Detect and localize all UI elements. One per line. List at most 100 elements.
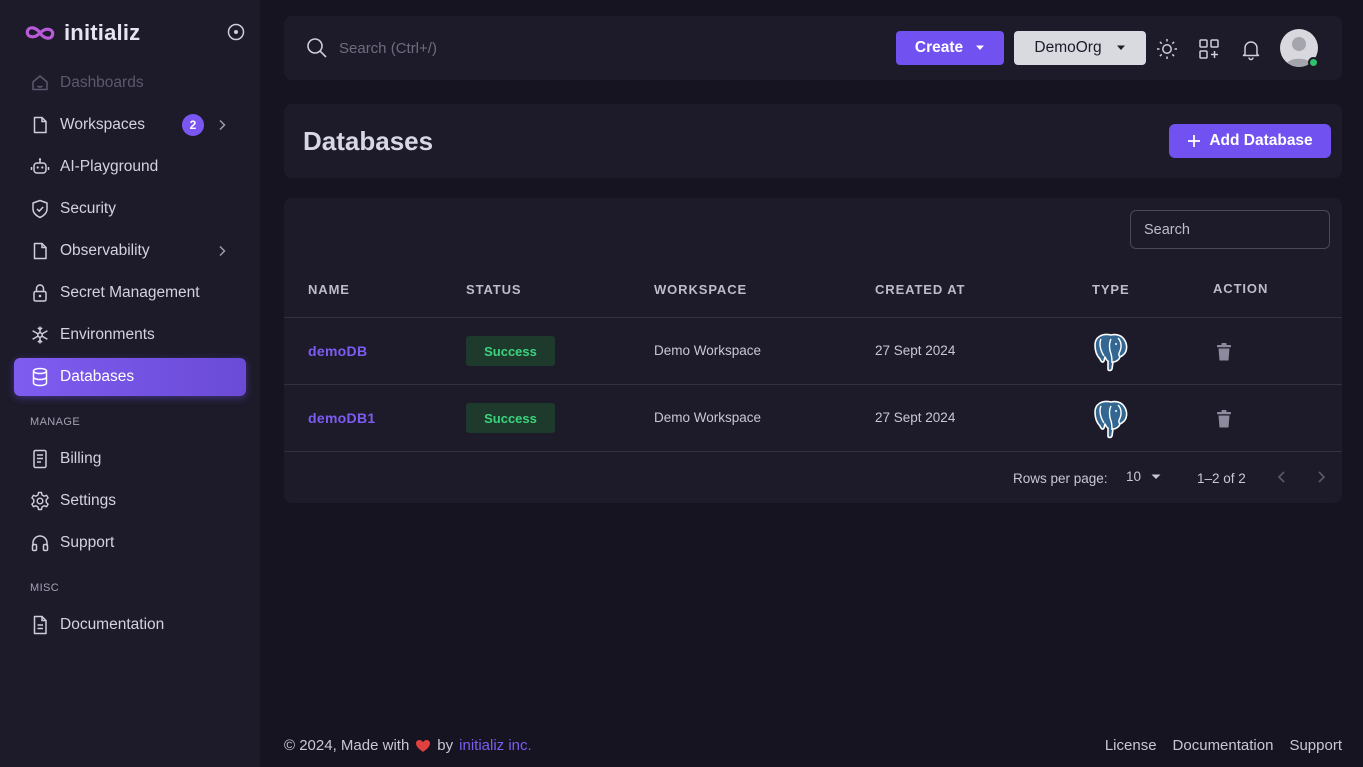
column-header-action: ACTION <box>1213 281 1269 296</box>
org-selector[interactable]: DemoOrg <box>1014 31 1146 65</box>
create-button-label: Create <box>914 39 964 56</box>
column-header-status[interactable]: STATUS <box>466 282 521 297</box>
footer-link-documentation[interactable]: Documentation <box>1173 737 1274 754</box>
sun-icon[interactable] <box>1155 37 1179 61</box>
search-icon[interactable] <box>306 37 328 59</box>
robot-icon <box>30 157 50 177</box>
sidebar-item-workspaces[interactable]: Workspaces 2 <box>14 106 246 144</box>
sidebar-item-documentation[interactable]: Documentation <box>14 606 246 644</box>
rows-per-page-value: 10 <box>1126 469 1142 484</box>
topbar: Search (Ctrl+/) Create DemoOrg <box>284 16 1342 80</box>
sidebar-item-label: Databases <box>60 368 135 385</box>
next-page-icon[interactable] <box>1313 468 1329 486</box>
page-title: Databases <box>303 126 434 156</box>
sidebar-item-environments[interactable]: Environments <box>14 316 246 354</box>
sidebar-item-label: AI-Playground <box>60 158 159 175</box>
delete-trash-icon[interactable] <box>1215 409 1233 429</box>
gear-icon <box>30 491 50 511</box>
file-icon <box>30 115 50 135</box>
sidebar-item-label: Environments <box>60 326 155 343</box>
workspace-cell: Demo Workspace <box>654 410 762 425</box>
sidebar-item-observability[interactable]: Observability <box>14 232 246 270</box>
footer-prefix: © 2024, Made with <box>284 737 410 754</box>
column-header-workspace[interactable]: WORKSPACE <box>654 282 747 297</box>
sidebar-item-secret-management[interactable]: Secret Management <box>14 274 246 312</box>
sidebar-item-security[interactable]: Security <box>14 190 246 228</box>
sidebar-item-label: Support <box>60 534 115 551</box>
lock-icon <box>30 283 50 303</box>
database-name-link[interactable]: demoDB <box>308 343 367 359</box>
sidebar-item-settings[interactable]: Settings <box>14 482 246 520</box>
workspaces-count-badge: 2 <box>182 114 204 136</box>
workspace-cell: Demo Workspace <box>654 343 762 358</box>
sidebar-item-label: Dashboards <box>60 74 144 91</box>
column-header-name[interactable]: NAME <box>308 282 350 297</box>
sidebar-item-label: Security <box>60 200 116 217</box>
apps-grid-icon[interactable] <box>1197 37 1221 61</box>
page-header: Databases Add Database <box>284 104 1342 178</box>
footer-links: License Documentation Support <box>1105 737 1342 754</box>
heart-icon <box>415 739 431 753</box>
chevron-right-icon <box>214 117 230 133</box>
receipt-icon <box>30 449 50 469</box>
sidebar-item-label: Observability <box>60 242 150 259</box>
status-badge: Success <box>466 403 555 433</box>
chevron-right-icon <box>214 243 230 259</box>
brand[interactable]: initializ <box>24 18 140 48</box>
add-database-button[interactable]: Add Database <box>1169 124 1331 158</box>
sidebar-item-label: Workspaces <box>60 116 145 133</box>
document-icon <box>30 615 50 635</box>
created-at-cell: 27 Sept 2024 <box>875 410 956 425</box>
created-at-cell: 27 Sept 2024 <box>875 343 956 358</box>
postgresql-icon <box>1092 399 1130 439</box>
database-name-link[interactable]: demoDB1 <box>308 410 375 426</box>
add-database-label: Add Database <box>1209 132 1313 149</box>
table-row: demoDB Success Demo Workspace 27 Sept 20… <box>284 317 1342 384</box>
company-link[interactable]: initializ inc. <box>459 737 532 754</box>
pagination-range: 1–2 of 2 <box>1197 471 1246 486</box>
previous-page-icon[interactable] <box>1274 468 1290 486</box>
caret-down-icon <box>975 45 985 51</box>
sidebar: initializ Dashboards Workspaces 2 AI-Pla… <box>0 0 260 767</box>
footer-copyright: © 2024, Made with by initializ inc. <box>284 737 532 754</box>
sidebar-item-label: Documentation <box>60 616 165 633</box>
shield-check-icon <box>30 199 50 219</box>
bell-icon[interactable] <box>1239 37 1263 61</box>
home-icon <box>30 73 50 93</box>
sidebar-item-databases[interactable]: Databases <box>14 358 246 396</box>
column-header-created-at[interactable]: CREATED AT <box>875 282 965 297</box>
section-label-misc: MISC <box>30 582 60 594</box>
online-status-dot <box>1308 57 1319 68</box>
headphones-icon <box>30 533 50 553</box>
create-button[interactable]: Create <box>896 31 1004 65</box>
table-row: demoDB1 Success Demo Workspace 27 Sept 2… <box>284 384 1342 451</box>
file-icon <box>30 241 50 261</box>
postgresql-icon <box>1092 332 1130 372</box>
sidebar-item-billing[interactable]: Billing <box>14 440 246 478</box>
sidebar-item-label: Settings <box>60 492 117 509</box>
caret-down-icon <box>1116 45 1126 51</box>
databases-table-card: NAME STATUS WORKSPACE CREATED AT TYPE AC… <box>284 198 1342 503</box>
database-icon <box>30 367 50 387</box>
status-badge: Success <box>466 336 555 366</box>
sidebar-item-label: Secret Management <box>60 284 200 301</box>
table-divider <box>284 451 1342 452</box>
footer-by: by <box>437 737 454 754</box>
delete-trash-icon[interactable] <box>1215 342 1233 362</box>
sidebar-item-support[interactable]: Support <box>14 524 246 562</box>
sidebar-item-label: Billing <box>60 450 102 467</box>
sidebar-item-ai-playground[interactable]: AI-Playground <box>14 148 246 186</box>
rows-per-page-label: Rows per page: <box>1013 471 1108 486</box>
infinity-logo-icon <box>24 23 56 43</box>
footer-link-license[interactable]: License <box>1105 737 1157 754</box>
brand-name: initializ <box>64 20 141 45</box>
footer-link-support[interactable]: Support <box>1289 737 1342 754</box>
rows-per-page-select[interactable]: 10 <box>1126 469 1161 484</box>
caret-down-icon <box>1151 474 1161 480</box>
collapse-sidebar-icon[interactable] <box>226 22 246 42</box>
table-search-input[interactable] <box>1130 210 1330 249</box>
snowflake-icon <box>30 325 50 345</box>
sidebar-item-dashboards[interactable]: Dashboards <box>14 64 246 102</box>
column-header-type[interactable]: TYPE <box>1092 282 1130 297</box>
global-search-input[interactable]: Search (Ctrl+/) <box>339 40 437 57</box>
